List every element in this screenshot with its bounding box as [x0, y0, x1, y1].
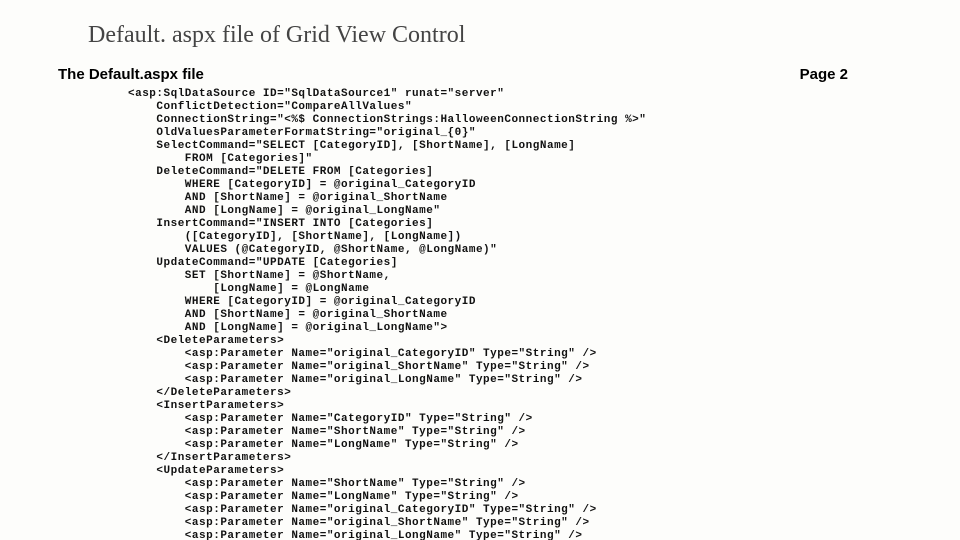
code-block: <asp:SqlDataSource ID="SqlDataSource1" r…	[128, 88, 880, 540]
slide-title: Default. aspx file of Grid View Control	[88, 22, 465, 49]
slide: Default. aspx file of Grid View Control …	[0, 0, 960, 540]
page-label: Page 2	[800, 66, 848, 83]
file-header: The Default.aspx file	[58, 66, 204, 83]
